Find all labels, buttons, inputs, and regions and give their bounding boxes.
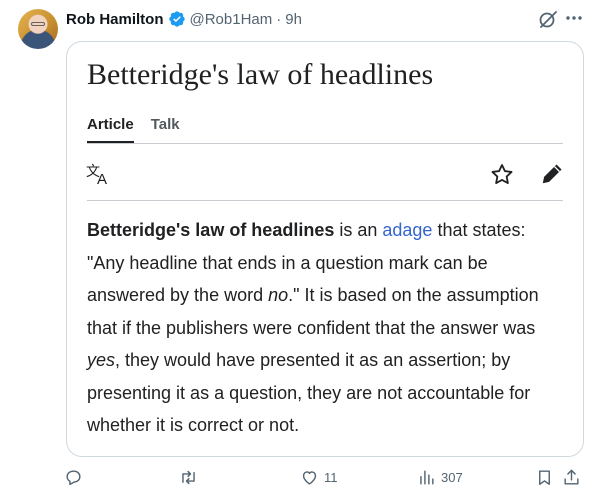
like-button[interactable]: 11 [300,468,338,487]
views-count: 307 [441,470,463,485]
separator-dot: · [276,10,282,28]
views-button[interactable]: 307 [417,468,463,487]
adage-link[interactable]: adage [382,220,432,240]
like-count: 11 [324,470,338,485]
tweet-time[interactable]: 9h [285,11,302,28]
wiki-tabs: Article Talk [87,116,180,143]
verified-badge-icon[interactable] [168,10,186,28]
bookmark-icon [539,470,550,485]
author-handle[interactable]: @Rob1Ham [190,11,273,28]
translate-icon[interactable]: 文 A [85,162,113,188]
toolbar-divider [87,200,563,201]
link-preview-card[interactable]: Betteridge's law of headlines Article Ta… [66,41,584,457]
reply-icon [66,470,81,486]
tweet-actions: 11 307 [62,468,592,490]
article-bold-term: Betteridge's law of headlines [87,220,335,240]
tab-talk[interactable]: Talk [151,116,180,143]
article-italic-yes: yes [87,350,116,370]
avatar-glasses [31,22,45,26]
avatar[interactable] [18,9,58,49]
article-body: Betteridge's law of headlines is an adag… [87,214,567,442]
article-italic-no: no [268,285,289,305]
edit-pencil-icon[interactable] [539,161,565,187]
repost-icon [182,470,195,485]
tweet-header: Rob Hamilton @Rob1Ham · 9h [66,9,302,29]
share-button[interactable] [562,468,581,487]
tabs-divider [87,143,563,144]
article-text-4: , they would have presented it as an ass… [87,350,531,435]
bookmark-button[interactable] [535,468,554,487]
svg-text:A: A [97,171,107,188]
more-options-icon[interactable] [564,8,584,28]
share-icon [564,469,579,485]
reply-button[interactable] [64,468,88,487]
watch-star-icon[interactable] [489,162,515,188]
article-title: Betteridge's law of headlines [87,58,434,91]
views-chart-icon [420,470,434,485]
grok-icon[interactable] [538,9,558,29]
repost-button[interactable] [179,468,203,487]
heart-icon [302,471,317,485]
author-name[interactable]: Rob Hamilton [66,11,164,28]
tab-article[interactable]: Article [87,116,134,143]
article-text-1: is an [334,220,383,240]
